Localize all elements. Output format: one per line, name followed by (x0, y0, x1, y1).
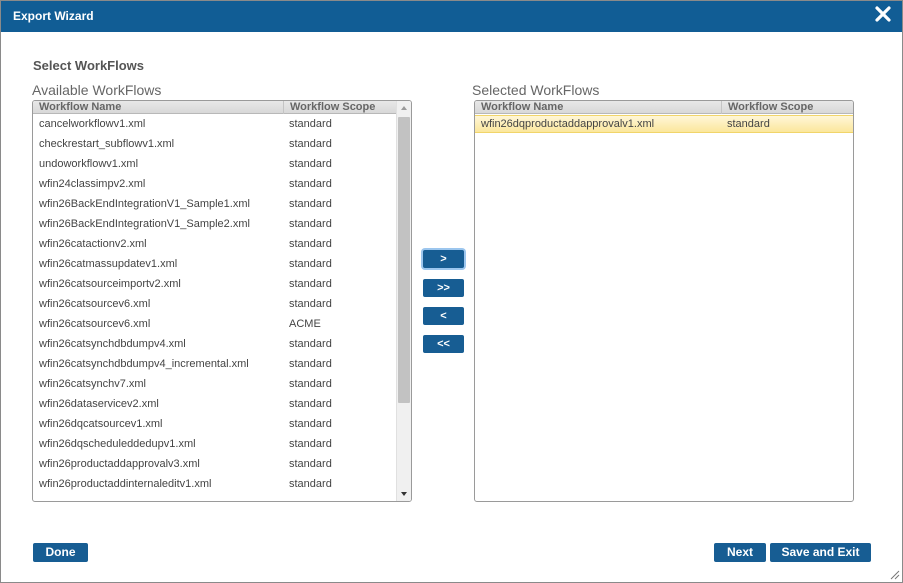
dialog-title: Export Wizard (13, 9, 94, 23)
available-workflows-grid[interactable]: Workflow Name Workflow Scope cancelworkf… (32, 100, 412, 502)
grid-header: Workflow Name Workflow Scope (475, 101, 853, 114)
workflow-name-cell: wfin26dqproductaddapprovalv1.xml (481, 118, 655, 130)
workflow-scope-cell: standard (289, 298, 332, 310)
column-header-workflow-scope[interactable]: Workflow Scope (283, 101, 397, 114)
title-bar: Export Wizard (1, 1, 902, 32)
move-selected-right-button[interactable]: > (423, 250, 464, 268)
column-header-workflow-scope[interactable]: Workflow Scope (721, 101, 853, 114)
workflow-scope-cell: standard (289, 338, 332, 350)
workflow-name-cell: wfin26catsourcev6.xml (39, 318, 151, 330)
workflow-name-cell: undoworkflowv1.xml (39, 158, 139, 170)
table-row[interactable]: wfin26catsourcev6.xml ACME (33, 314, 397, 334)
workflow-name-cell: wfin24classimpv2.xml (39, 178, 146, 190)
workflow-name-cell: wfin26catactionv2.xml (39, 238, 147, 250)
workflow-scope-cell: standard (289, 478, 332, 490)
workflow-name-cell: checkrestart_subflowv1.xml (39, 138, 175, 150)
table-row[interactable]: wfin26catactionv2.xml standard (33, 234, 397, 254)
workflow-scope-cell: standard (289, 418, 332, 430)
table-row[interactable]: wfin26dqcatsourcev1.xml standard (33, 414, 397, 434)
workflow-scope-cell: standard (289, 118, 332, 130)
workflow-scope-cell: standard (289, 218, 332, 230)
table-row[interactable]: checkrestart_subflowv1.xml standard (33, 134, 397, 154)
workflow-scope-cell: standard (727, 118, 770, 130)
table-row[interactable]: undoworkflowv1.xml standard (33, 154, 397, 174)
workflow-scope-cell: standard (289, 398, 332, 410)
workflow-name-cell: wfin26catsynchdbdumpv4.xml (39, 338, 186, 350)
scroll-down-icon[interactable] (397, 487, 411, 501)
done-button[interactable]: Done (33, 543, 88, 562)
workflow-scope-cell: standard (289, 278, 332, 290)
table-row[interactable]: wfin26BackEndIntegrationV1_Sample1.xml st… (33, 194, 397, 214)
workflow-scope-cell: standard (289, 238, 332, 250)
table-row[interactable]: wfin26catsynchv7.xml standard (33, 374, 397, 394)
selected-workflows-grid[interactable]: Workflow Name Workflow Scope wfin26dqpro… (474, 100, 854, 502)
next-button[interactable]: Next (714, 543, 766, 562)
workflow-scope-cell: ACME (289, 318, 321, 330)
workflow-name-cell: wfin26productaddinternaleditv1.xml (39, 478, 212, 490)
workflow-scope-cell: standard (289, 258, 332, 270)
table-row[interactable]: wfin26dataservicev2.xml standard (33, 394, 397, 414)
move-all-left-button[interactable]: << (423, 335, 464, 353)
resize-grip-icon[interactable] (888, 568, 900, 580)
workflow-scope-cell: standard (289, 458, 332, 470)
table-row[interactable]: wfin26BackEndIntegrationV1_Sample2.xml st… (33, 214, 397, 234)
scroll-up-icon[interactable] (397, 101, 411, 115)
workflow-name-cell: wfin26catsourceimportv2.xml (39, 278, 181, 290)
close-icon[interactable] (874, 5, 892, 23)
column-header-workflow-name[interactable]: Workflow Name (33, 101, 283, 114)
workflow-name-cell: wfin26catmassupdatev1.xml (39, 258, 178, 270)
table-row[interactable]: wfin26catsourcev6.xml standard (33, 294, 397, 314)
table-row[interactable]: wfin26catsynchdbdumpv4_incremental.xml st… (33, 354, 397, 374)
table-row[interactable]: wfin26dqscheduleddedupv1.xml standard (33, 434, 397, 454)
workflow-name-cell: wfin26dataservicev2.xml (39, 398, 159, 410)
workflow-scope-cell: standard (289, 378, 332, 390)
table-row[interactable]: wfin26dqproductaddapprovalv1.xml standard (475, 115, 853, 133)
table-row[interactable]: wfin26productaddinternaleditv1.xml standa… (33, 474, 397, 494)
table-row[interactable]: wfin26catmassupdatev1.xml standard (33, 254, 397, 274)
workflow-scope-cell: standard (289, 198, 332, 210)
scroll-thumb[interactable] (398, 117, 410, 403)
table-row[interactable]: wfin24classimpv2.xml standard (33, 174, 397, 194)
section-title: Select WorkFlows (33, 58, 145, 73)
workflow-name-cell: wfin26catsynchv7.xml (39, 378, 146, 390)
workflow-name-cell: wfin26catsourcev6.xml (39, 298, 151, 310)
scrollbar[interactable] (396, 101, 411, 501)
workflow-scope-cell: standard (289, 358, 332, 370)
workflow-scope-cell: standard (289, 438, 332, 450)
workflow-name-cell: wfin26dqscheduleddedupv1.xml (39, 438, 196, 450)
workflow-name-cell: wfin26catsynchdbdumpv4_incremental.xml (39, 358, 249, 370)
grid-header: Workflow Name Workflow Scope (33, 101, 397, 114)
move-selected-left-button[interactable]: < (423, 307, 464, 325)
workflow-name-cell: cancelworkflowv1.xml (39, 118, 146, 130)
workflow-name-cell: wfin26BackEndIntegrationV1_Sample1.xml (39, 198, 250, 210)
selected-workflows-label: Selected WorkFlows (472, 82, 600, 98)
table-row[interactable]: wfin26catsynchdbdumpv4.xml standard (33, 334, 397, 354)
table-row[interactable]: cancelworkflowv1.xml standard (33, 114, 397, 134)
column-header-workflow-name[interactable]: Workflow Name (475, 101, 721, 114)
workflow-name-cell: wfin26productaddapprovalv3.xml (39, 458, 200, 470)
workflow-name-cell: wfin26BackEndIntegrationV1_Sample2.xml (39, 218, 250, 230)
workflow-name-cell: wfin26dqcatsourcev1.xml (39, 418, 163, 430)
table-row[interactable]: wfin26productaddapprovalv3.xml standard (33, 454, 397, 474)
table-row[interactable]: wfin26catsourceimportv2.xml standard (33, 274, 397, 294)
workflow-scope-cell: standard (289, 138, 332, 150)
save-and-exit-button[interactable]: Save and Exit (770, 543, 871, 562)
workflow-scope-cell: standard (289, 178, 332, 190)
export-wizard-dialog: Export Wizard Select WorkFlows Available… (0, 0, 903, 583)
available-workflows-label: Available WorkFlows (32, 82, 162, 98)
workflow-scope-cell: standard (289, 158, 332, 170)
move-all-right-button[interactable]: >> (423, 279, 464, 297)
